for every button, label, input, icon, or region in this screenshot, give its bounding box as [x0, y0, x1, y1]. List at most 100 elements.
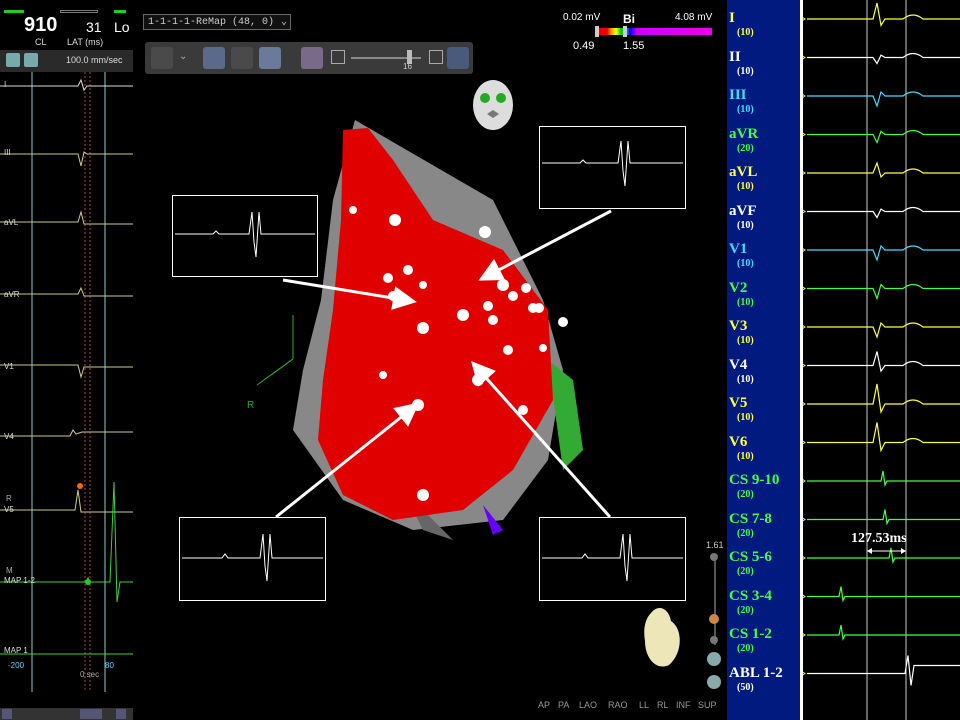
lead-label-v5: V5	[4, 505, 14, 514]
map-marker-dot	[85, 579, 91, 585]
electrogram-box-upper-right	[539, 126, 686, 209]
left-ecg-panel: 910 CL 31 LAT (ms) Lo 100.0 mm/sec I III…	[0, 0, 133, 720]
channel-gain-8: (10)	[737, 335, 754, 346]
axis-mid-value: 0 sec	[80, 670, 100, 679]
zoom-out-icon[interactable]	[710, 636, 718, 644]
left-scrollbar[interactable]	[0, 708, 133, 720]
channel-label-9: V4	[729, 356, 748, 373]
channel-label-13: CS 7-8	[729, 510, 772, 527]
channel-label-7: V2	[729, 279, 748, 296]
view-rl-button[interactable]: RL	[657, 700, 669, 710]
view-sup-button[interactable]: SUP	[698, 700, 717, 710]
view-pa-button[interactable]: PA	[558, 700, 569, 710]
channel-gain-4: (10)	[737, 181, 754, 192]
channel-label-3: aVR	[729, 125, 759, 142]
arrow-upper-left	[282, 278, 417, 310]
channel-label-16: CS 1-2	[729, 626, 772, 642]
marker-r: R	[6, 494, 12, 503]
interval-label: 127.53ms	[851, 531, 907, 546]
expand-down-icon[interactable]	[707, 652, 721, 666]
channel-trace-12	[807, 470, 960, 487]
electrogram-box-upper-left	[172, 195, 318, 277]
trace-iii	[0, 151, 133, 167]
marker-m: M	[6, 566, 13, 575]
channel-marker-12	[803, 479, 806, 483]
arrow-lower-left	[275, 402, 420, 519]
lat-extra-label: Lo	[114, 19, 130, 35]
channel-marker-17	[803, 671, 806, 676]
view-lao-button[interactable]: LAO	[579, 700, 597, 710]
lat-label: LAT (ms)	[67, 37, 104, 47]
heart-thumbnail-icon	[644, 607, 680, 667]
channel-gain-15: (20)	[737, 604, 754, 616]
left-toolbar: 100.0 mm/sec	[0, 50, 133, 72]
channel-label-5: aVF	[729, 202, 757, 219]
channel-marker-9	[803, 363, 806, 368]
expand-up-icon[interactable]	[707, 675, 721, 689]
channel-gain-12: (20)	[737, 489, 754, 500]
channel-marker-4	[803, 171, 806, 175]
right-trace-group	[803, 2, 960, 686]
lead-label-i: I	[4, 80, 7, 89]
channel-label-4: aVL	[729, 164, 758, 180]
channel-gain-0: (10)	[737, 27, 754, 38]
zoom-slider[interactable]	[714, 555, 716, 645]
view-ap-button[interactable]: AP	[538, 700, 550, 710]
channel-label-17: ABL 1-2	[729, 664, 783, 681]
trace-avl	[0, 210, 133, 225]
lead-label-map12: MAP 1-2	[4, 576, 35, 585]
channel-marker-3	[803, 132, 806, 137]
arrow-upper-right	[478, 209, 612, 281]
axis-left-value: -200	[8, 661, 25, 670]
channel-gain-1: (10)	[737, 65, 754, 77]
channel-label-2: III	[729, 87, 747, 103]
channel-label-11: V6	[729, 433, 748, 450]
channel-gain-14: (20)	[737, 566, 754, 577]
channel-trace-4	[807, 161, 960, 179]
electrogram-box-lower-right	[539, 517, 686, 601]
channel-gain-6: (10)	[737, 258, 754, 269]
scroll-thumb[interactable]	[80, 709, 102, 719]
channel-marker-8	[803, 325, 806, 329]
lead-label-avr: aVR	[4, 290, 20, 299]
lead-label-avl: aVL	[4, 218, 19, 227]
status-bar-green	[4, 10, 24, 13]
view-inf-button[interactable]: INF	[676, 700, 691, 710]
channel-label-1: II	[729, 48, 741, 65]
channel-trace-13	[807, 509, 960, 526]
channel-gain-16: (20)	[737, 643, 754, 654]
map-panel: 1-1-1-1-ReMap (48, 0) ⌄ ⌄ 16 0.02 mV Bi …	[133, 0, 727, 720]
channel-gain-17: (50)	[737, 681, 754, 693]
channel-gain-11: (10)	[737, 450, 754, 462]
channel-label-15: CS 3-4	[729, 587, 772, 604]
channel-gain-9: (10)	[737, 373, 754, 385]
channel-trace-17	[807, 655, 960, 686]
tool-icon-2[interactable]	[24, 53, 38, 67]
axis-right-value: 80	[105, 661, 114, 670]
view-rao-button[interactable]: RAO	[608, 700, 628, 710]
electrogram-box-lower-left	[179, 517, 326, 601]
channel-marker-6	[803, 248, 806, 252]
channel-label-8: V3	[729, 318, 748, 334]
channel-gain-5: (10)	[737, 219, 754, 231]
scroll-left-icon[interactable]	[2, 709, 12, 719]
scroll-right-icon[interactable]	[116, 709, 126, 719]
view-ll-button[interactable]: LL	[639, 700, 649, 710]
zoom-thumb[interactable]	[709, 614, 719, 624]
channel-trace-2	[807, 90, 960, 108]
lead-label-v1: V1	[4, 362, 14, 371]
channel-trace-10	[807, 383, 960, 414]
channel-trace-11	[807, 422, 960, 453]
channel-marker-10	[803, 402, 806, 406]
channel-trace-9	[807, 351, 960, 373]
channel-trace-7	[807, 283, 960, 301]
channel-trace-15	[807, 586, 960, 603]
channel-label-14: CS 5-6	[729, 549, 772, 565]
tool-icon-1[interactable]	[6, 53, 20, 67]
lead-label-map1: MAP 1	[4, 646, 28, 655]
channel-gain-2: (10)	[737, 104, 754, 115]
channel-gain-3: (20)	[737, 142, 754, 154]
channel-marker-1	[803, 55, 806, 60]
channel-trace-16	[807, 624, 960, 641]
zoom-in-icon[interactable]	[710, 553, 718, 561]
